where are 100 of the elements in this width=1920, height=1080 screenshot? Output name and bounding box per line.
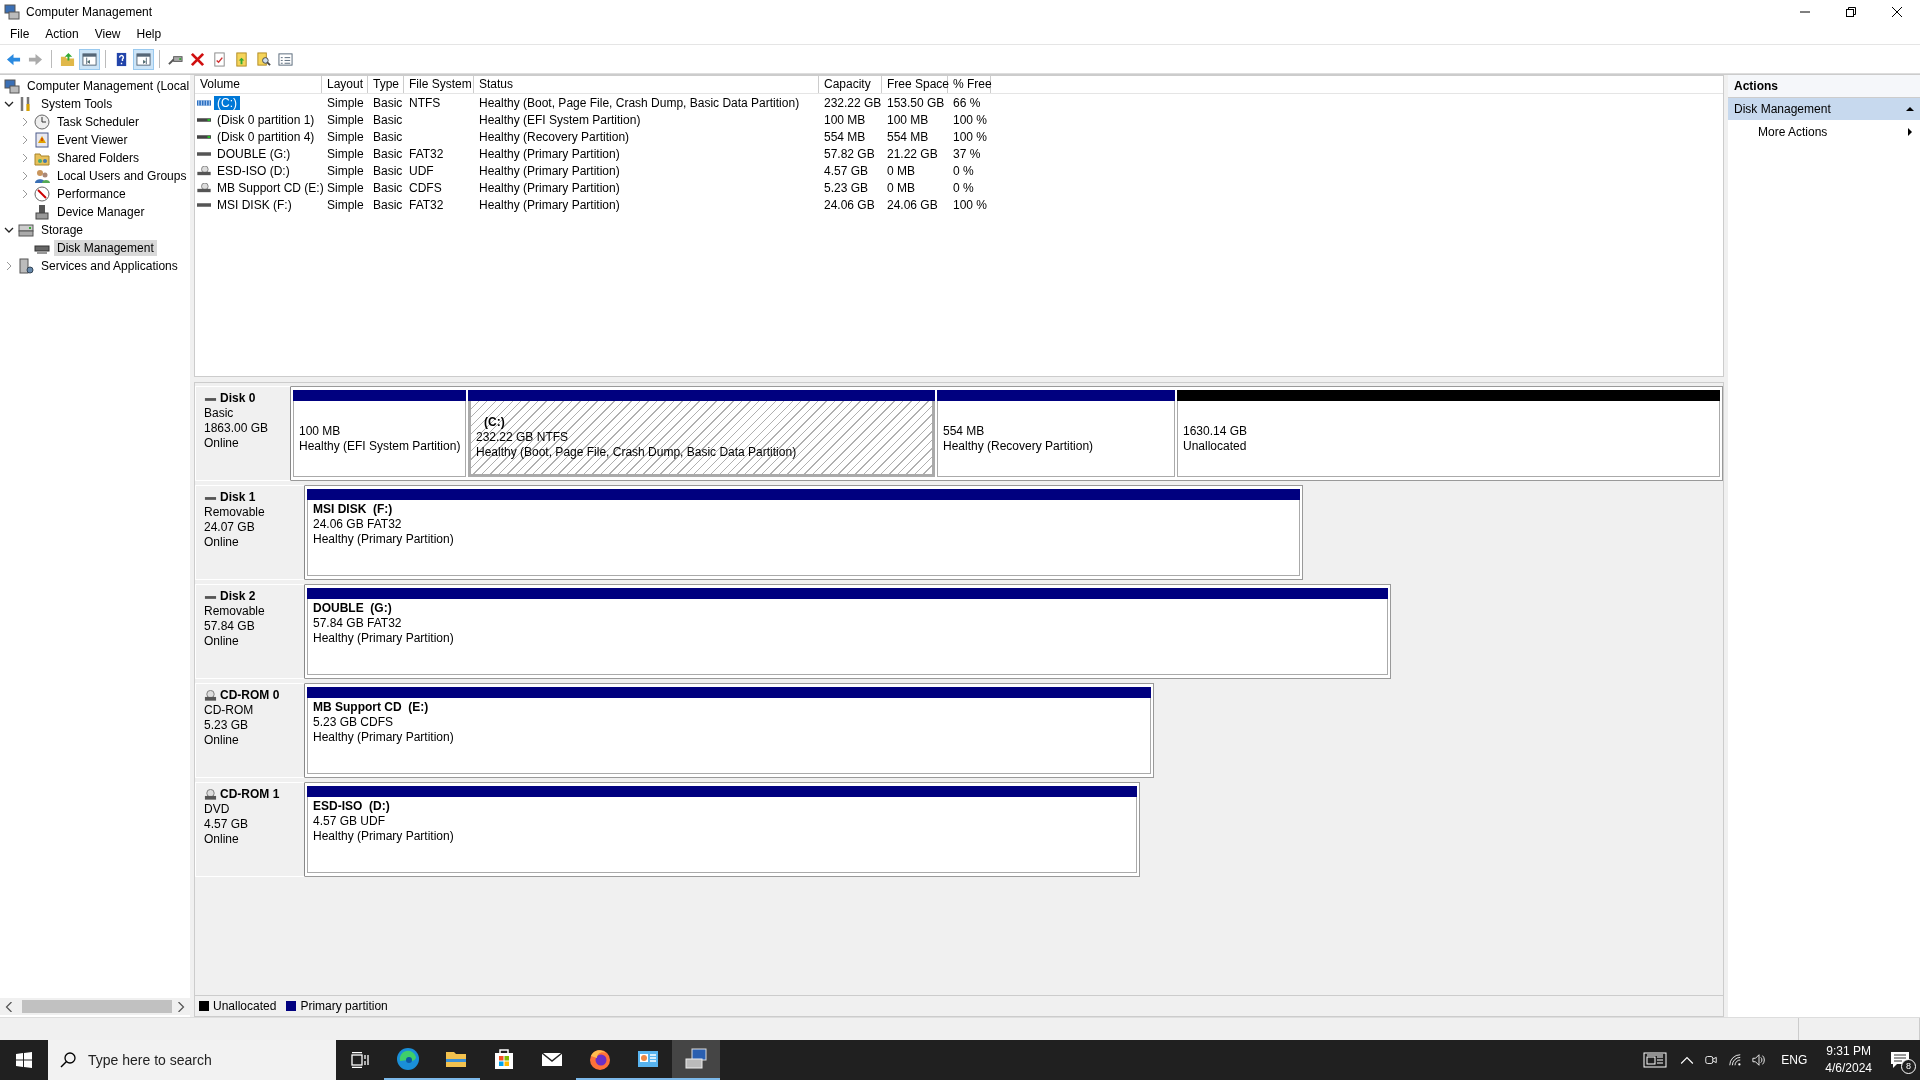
tree-item[interactable]: System Tools bbox=[38, 96, 116, 112]
window-title: Computer Management bbox=[26, 5, 153, 19]
table-cell: 153.50 GB bbox=[887, 95, 945, 110]
table-cell[interactable]: (Disk 0 partition 1) bbox=[214, 112, 318, 127]
column-header[interactable]: Status bbox=[474, 76, 819, 93]
disk-type: Basic bbox=[204, 406, 235, 421]
menu-item[interactable]: Help bbox=[128, 24, 170, 44]
language-indicator[interactable]: ENG bbox=[1781, 1053, 1808, 1067]
tree-item[interactable]: Disk Management bbox=[54, 240, 157, 256]
actions-section[interactable]: Disk Management bbox=[1728, 98, 1920, 120]
table-cell: 37 % bbox=[953, 146, 981, 161]
column-header[interactable]: % Free bbox=[948, 76, 991, 93]
tree-item[interactable]: Computer Management (Local bbox=[24, 78, 190, 94]
partition-status: Healthy (Recovery Partition) bbox=[943, 438, 1095, 454]
tree-item[interactable]: Shared Folders bbox=[54, 150, 143, 166]
table-cell: Simple bbox=[327, 163, 364, 178]
legend-label: Primary partition bbox=[300, 999, 388, 1013]
storage-icon bbox=[18, 222, 34, 238]
close-icon bbox=[1892, 7, 1902, 17]
pane-toggle-button[interactable] bbox=[133, 48, 154, 70]
computer-icon bbox=[4, 78, 20, 94]
news-icon[interactable] bbox=[1643, 1052, 1668, 1068]
scrollbar-thumb[interactable] bbox=[22, 1000, 172, 1013]
speaker-icon[interactable] bbox=[1752, 1053, 1767, 1067]
table-cell: Healthy (Recovery Partition) bbox=[479, 129, 630, 144]
cd-drive-icon bbox=[204, 788, 217, 801]
table-cell[interactable]: (C:) bbox=[214, 95, 240, 110]
time: 9:31 PM bbox=[1826, 1043, 1871, 1060]
disk-type: CD-ROM bbox=[204, 703, 255, 718]
table-cell[interactable]: (Disk 0 partition 4) bbox=[214, 129, 318, 144]
table-cell[interactable]: DOUBLE (G:) bbox=[214, 146, 294, 161]
tree-item[interactable]: Device Manager bbox=[54, 204, 148, 220]
disk-type: Removable bbox=[204, 604, 266, 619]
disk-status: Online bbox=[204, 634, 240, 649]
tree-item[interactable]: Event Viewer bbox=[54, 132, 131, 148]
tree-item[interactable]: Performance bbox=[54, 186, 129, 202]
disk-info-panel[interactable]: Disk 0 Basic 1863.00 GB Online bbox=[195, 386, 291, 481]
disk-info-panel[interactable]: CD-ROM 0 CD-ROM 5.23 GB Online bbox=[195, 683, 305, 778]
search-field[interactable]: Type here to search bbox=[48, 1040, 336, 1080]
striped-drive-icon bbox=[197, 97, 211, 108]
restore-icon bbox=[1846, 7, 1856, 17]
horizontal-scrollbar[interactable] bbox=[0, 998, 190, 1015]
partition-status: Healthy (Boot, Page File, Crash Dump, Basic Data Partition) bbox=[476, 445, 798, 460]
column-header[interactable]: File System bbox=[404, 76, 474, 93]
action-link[interactable]: More Actions bbox=[1758, 125, 1828, 139]
table-cell: Basic bbox=[373, 129, 403, 144]
notifications-button[interactable]: 8 bbox=[1880, 1040, 1920, 1080]
table-cell[interactable]: ESD-ISO (D:) bbox=[214, 163, 293, 178]
chevron-icon[interactable] bbox=[4, 225, 14, 235]
column-header[interactable]: Layout bbox=[322, 76, 368, 93]
tree-item[interactable]: Services and Applications bbox=[38, 258, 181, 274]
windows-logo-icon bbox=[16, 1052, 32, 1068]
column-header[interactable]: Free Space bbox=[882, 76, 948, 93]
table-cell: Healthy (Primary Partition) bbox=[479, 146, 620, 161]
table-cell[interactable]: MB Support CD (E:) bbox=[214, 180, 327, 195]
table-cell: Basic bbox=[373, 146, 403, 161]
task-view-icon bbox=[351, 1052, 369, 1068]
table-cell: 100 % bbox=[953, 112, 988, 127]
tree-item[interactable]: Task Scheduler bbox=[54, 114, 143, 130]
column-header[interactable]: Capacity bbox=[819, 76, 882, 93]
table-cell: Basic bbox=[373, 180, 403, 195]
document-tick-icon bbox=[212, 51, 227, 67]
clock[interactable]: 9:31 PM 4/6/2024 bbox=[1825, 1043, 1872, 1077]
services-icon bbox=[18, 258, 34, 274]
partition-name: ESD-ISO (D:) bbox=[313, 799, 391, 814]
table-cell: Basic bbox=[373, 95, 403, 110]
disk-info-panel[interactable]: Disk 1 Removable 24.07 GB Online bbox=[195, 485, 305, 580]
table-cell[interactable]: MSI DISK (F:) bbox=[214, 197, 295, 212]
clock-icon bbox=[34, 114, 50, 130]
tree-toggle-button[interactable] bbox=[79, 48, 100, 70]
column-header[interactable]: Type bbox=[368, 76, 404, 93]
column-header[interactable]: Volume bbox=[195, 76, 322, 93]
table-cell: FAT32 bbox=[409, 146, 444, 161]
date: 4/6/2024 bbox=[1825, 1060, 1872, 1077]
partition-size: 100 MB bbox=[299, 423, 342, 439]
menu-item[interactable]: View bbox=[86, 24, 129, 44]
table-cell: 21.22 GB bbox=[887, 146, 938, 161]
manager-taskbar-button[interactable] bbox=[672, 1040, 720, 1080]
console-tree-icon bbox=[82, 51, 97, 67]
table-cell: Basic bbox=[373, 163, 403, 178]
table-cell: 0 % bbox=[953, 163, 974, 178]
computer-management-icon bbox=[4, 4, 20, 20]
chevron-icon[interactable] bbox=[4, 99, 14, 109]
disk-status: Online bbox=[204, 436, 240, 451]
disk-info-panel[interactable]: CD-ROM 1 DVD 4.57 GB Online bbox=[195, 782, 305, 877]
notification-count: 8 bbox=[1901, 1059, 1916, 1074]
fox-globe-icon bbox=[588, 1047, 612, 1071]
menu-item[interactable]: Action bbox=[37, 24, 87, 44]
tree-item[interactable]: Local Users and Groups bbox=[54, 168, 190, 184]
table-cell: 0 MB bbox=[887, 180, 915, 195]
camera-icon[interactable] bbox=[1704, 1053, 1719, 1067]
disk-size: 24.07 GB bbox=[204, 520, 256, 535]
tree-item[interactable]: Storage bbox=[38, 222, 87, 238]
wifi-icon[interactable] bbox=[1728, 1053, 1743, 1067]
disk-info-panel[interactable]: Disk 2 Removable 57.84 GB Online bbox=[195, 584, 305, 679]
collapse-caret-icon[interactable] bbox=[1906, 105, 1914, 113]
partition-size: 24.06 GB FAT32 bbox=[313, 517, 403, 532]
menu-item[interactable]: File bbox=[2, 24, 38, 44]
table-cell: 100 % bbox=[953, 129, 988, 144]
table-cell: 0 MB bbox=[887, 163, 915, 178]
